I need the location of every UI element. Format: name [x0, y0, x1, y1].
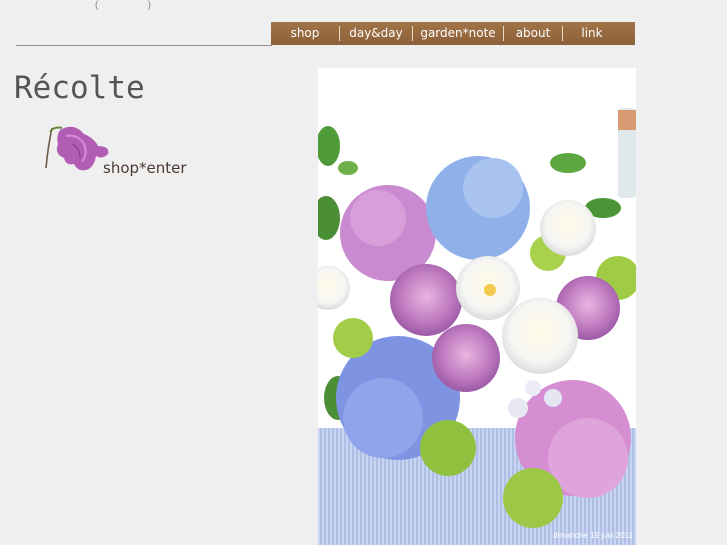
nav-item-link[interactable]: link: [563, 22, 621, 45]
nav-item-about[interactable]: about: [504, 22, 562, 45]
nav-item-day-and-day[interactable]: day&day: [340, 22, 412, 45]
main-nav: shop day&day garden*note about link: [271, 22, 635, 45]
nav-item-shop[interactable]: shop: [271, 22, 339, 45]
shop-enter-link[interactable]: shop*enter: [44, 124, 204, 184]
paren-close: ): [147, 0, 151, 11]
flower-bouquet-image: [318, 68, 636, 545]
flower-bouquet-photo: dimanche 19 juin 2011: [318, 68, 636, 545]
nav-item-garden-note[interactable]: garden*note: [413, 22, 503, 45]
site-title: Récolte: [14, 70, 145, 106]
top-parenthesis-note: ( ): [95, 0, 151, 11]
paren-open: (: [95, 0, 99, 11]
photo-date-caption: dimanche 19 juin 2011: [553, 531, 633, 540]
shop-enter-label: shop*enter: [103, 159, 187, 177]
header-rule: [16, 45, 272, 46]
